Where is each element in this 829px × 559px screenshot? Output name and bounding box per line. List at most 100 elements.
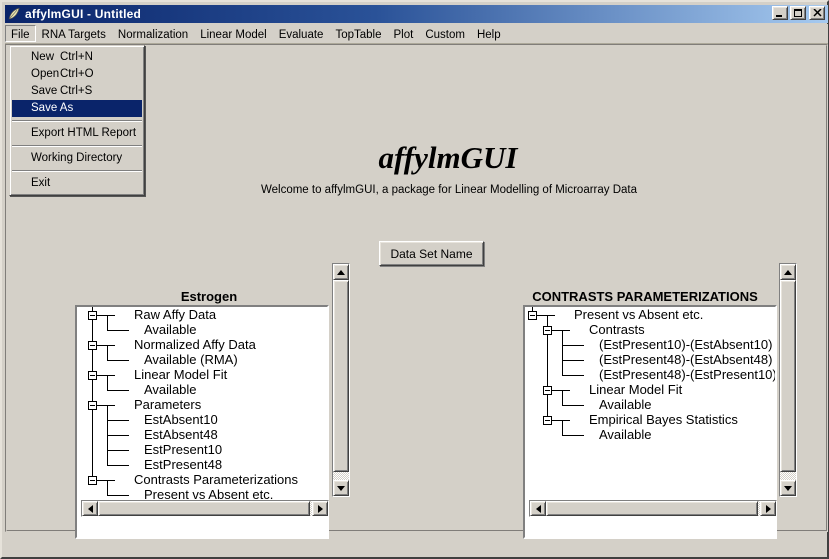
tree-node-label[interactable]: (EstPresent48)-(EstPresent10) <box>599 367 777 382</box>
tree-connector-line <box>552 390 570 391</box>
tree-connector-line <box>97 345 115 346</box>
menu-item-label: Save <box>31 83 57 100</box>
tree-node-label[interactable]: Parameters <box>134 397 201 412</box>
tree-expander-minus-icon[interactable] <box>543 326 552 335</box>
scroll-right-button[interactable] <box>760 501 776 516</box>
menu-toptable[interactable]: TopTable <box>329 25 387 42</box>
tree-connector-line <box>107 360 129 361</box>
tree-expander-minus-icon[interactable] <box>88 341 97 350</box>
tree-node-label[interactable]: Present vs Absent etc. <box>574 307 703 322</box>
menu-plot[interactable]: Plot <box>388 25 420 42</box>
right-tree-horizontal-scrollbar[interactable] <box>529 500 777 517</box>
tree-node-label[interactable]: Contrasts Parameterizations <box>134 472 298 487</box>
menu-item-working-directory[interactable]: Working Directory <box>12 150 142 167</box>
scrollbar-thumb[interactable] <box>98 501 310 516</box>
tree-expander-minus-icon[interactable] <box>543 416 552 425</box>
menu-item-label: Exit <box>31 175 50 192</box>
tree-expander-minus-icon[interactable] <box>528 311 537 320</box>
menu-custom[interactable]: Custom <box>419 25 471 42</box>
tree-expander-minus-icon[interactable] <box>88 371 97 380</box>
scroll-up-button[interactable] <box>333 264 349 280</box>
tree-connector-line <box>107 435 129 436</box>
titlebar[interactable]: affylmGUI - Untitled <box>5 5 828 23</box>
tree-expander-minus-icon[interactable] <box>88 401 97 410</box>
tree-connector-line <box>562 390 563 405</box>
close-button[interactable] <box>809 6 825 20</box>
tree-expander-minus-icon[interactable] <box>88 311 97 320</box>
tree-node-label[interactable]: EstAbsent10 <box>144 412 218 427</box>
tree-connector-line <box>562 375 584 376</box>
window-controls <box>770 6 825 20</box>
scroll-left-button[interactable] <box>530 501 546 516</box>
menu-normalization[interactable]: Normalization <box>112 25 194 42</box>
file-menu-dropdown: NewCtrl+NOpenCtrl+OSaveCtrl+SSave As Expo… <box>9 45 145 196</box>
tree-node-label[interactable]: Available <box>144 322 197 337</box>
tree-connector-line <box>562 420 563 435</box>
data-set-name-button[interactable]: Data Set Name <box>379 241 484 266</box>
right-tree-title: CONTRASTS PARAMETERIZATIONS <box>532 289 758 304</box>
app-title: affylmGUI <box>379 140 518 176</box>
right-tree-vertical-scrollbar[interactable] <box>779 263 797 497</box>
tree-node-label[interactable]: Available <box>599 427 652 442</box>
tree-expander-minus-icon[interactable] <box>88 476 97 485</box>
tree-node-label[interactable]: Contrasts <box>589 322 645 337</box>
tree-node-label[interactable]: EstAbsent48 <box>144 427 218 442</box>
left-tree-vertical-scrollbar[interactable] <box>332 263 350 497</box>
scroll-right-button[interactable] <box>312 501 328 516</box>
tree-node-label[interactable]: (EstPresent48)-(EstAbsent48) <box>599 352 772 367</box>
menu-file[interactable]: File <box>5 25 36 42</box>
tree-node-label[interactable]: EstPresent10 <box>144 442 222 457</box>
tree-connector-line <box>562 330 563 375</box>
tree-node-label[interactable]: (EstPresent10)-(EstAbsent10) <box>599 337 772 352</box>
tree-connector-line <box>107 465 129 466</box>
menu-item-save-as[interactable]: Save As <box>12 100 142 117</box>
scrollbar-thumb[interactable] <box>333 280 349 472</box>
maximize-button[interactable] <box>790 6 806 20</box>
scrollbar-thumb[interactable] <box>546 501 758 516</box>
left-tree-horizontal-scrollbar[interactable] <box>81 500 329 517</box>
tree-connector-line <box>537 315 555 316</box>
scroll-down-button[interactable] <box>333 480 349 496</box>
menu-help[interactable]: Help <box>471 25 507 42</box>
scroll-left-button[interactable] <box>82 501 98 516</box>
tree-connector-line <box>107 480 108 495</box>
tree-node-label[interactable]: Normalized Affy Data <box>134 337 256 352</box>
tree-node-label[interactable]: Raw Affy Data <box>134 307 216 322</box>
tree-connector-line <box>552 420 570 421</box>
tree-connector-line <box>107 345 108 360</box>
menu-item-label: Export HTML Report <box>31 125 136 142</box>
tree-node-label[interactable]: Available <box>599 397 652 412</box>
menu-item-accelerator: Ctrl+S <box>60 83 92 100</box>
tree-connector-line <box>97 480 115 481</box>
menu-separator <box>12 142 142 150</box>
scroll-down-button[interactable] <box>780 480 796 496</box>
tree-connector-line <box>97 405 115 406</box>
scrollbar-thumb[interactable] <box>780 280 796 472</box>
tree-connector-line <box>107 450 129 451</box>
scroll-up-button[interactable] <box>780 264 796 280</box>
menu-evaluate[interactable]: Evaluate <box>273 25 330 42</box>
menubar: FileRNA TargetsNormalizationLinear Model… <box>5 24 828 44</box>
menu-item-save[interactable]: SaveCtrl+S <box>12 83 142 100</box>
tree-node-label[interactable]: Available <box>144 382 197 397</box>
menu-linear-model[interactable]: Linear Model <box>194 25 272 42</box>
menu-separator <box>12 167 142 175</box>
tree-expander-minus-icon[interactable] <box>543 386 552 395</box>
tree-node-label[interactable]: EstPresent48 <box>144 457 222 472</box>
tree-node-label[interactable]: Empirical Bayes Statistics <box>589 412 738 427</box>
menu-item-exit[interactable]: Exit <box>12 175 142 192</box>
tree-connector-line <box>92 307 93 480</box>
minimize-button[interactable] <box>772 6 788 20</box>
tree-connector-line <box>107 315 108 330</box>
tree-node-label[interactable]: Linear Model Fit <box>589 382 682 397</box>
menu-item-export-html-report[interactable]: Export HTML Report <box>12 125 142 142</box>
menu-item-label: Open <box>31 66 59 83</box>
menu-item-new[interactable]: NewCtrl+N <box>12 49 142 66</box>
left-tree-title: Estrogen <box>181 289 237 304</box>
menu-item-label: New <box>31 49 54 66</box>
menu-separator <box>12 117 142 125</box>
tree-node-label[interactable]: Available (RMA) <box>144 352 238 367</box>
menu-item-open[interactable]: OpenCtrl+O <box>12 66 142 83</box>
menu-rna-targets[interactable]: RNA Targets <box>36 25 112 42</box>
tree-node-label[interactable]: Linear Model Fit <box>134 367 227 382</box>
